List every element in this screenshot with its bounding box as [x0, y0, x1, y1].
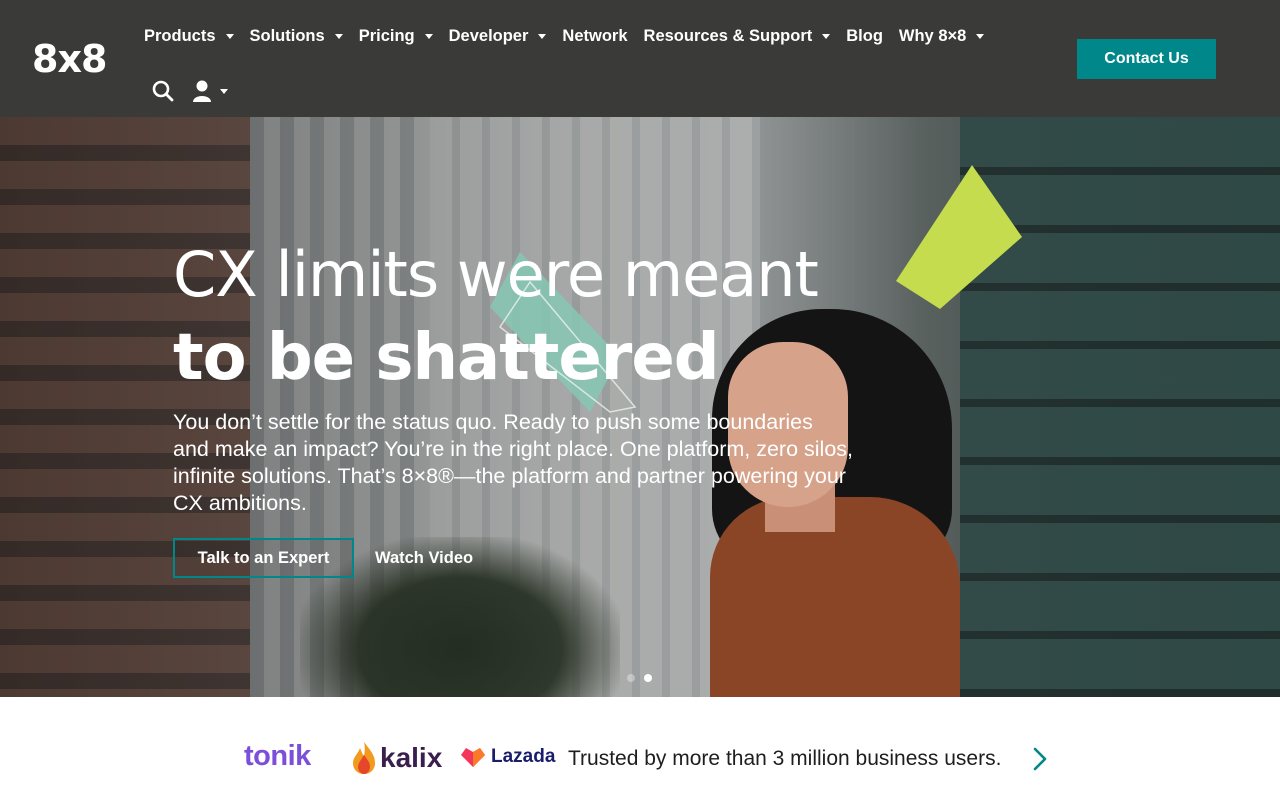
header-tools	[152, 79, 228, 103]
hero-section: CX limits were meant to be shattered You…	[0, 117, 1280, 697]
nav-pricing[interactable]: Pricing	[359, 22, 433, 50]
chevron-down-icon	[822, 33, 831, 39]
hero-cta-row: Talk to an Expert Watch Video	[173, 538, 473, 578]
kalix-wordmark: kalix	[380, 742, 443, 773]
carousel-dot-active[interactable]	[644, 674, 652, 682]
chevron-down-icon	[334, 33, 343, 39]
nav-label: Blog	[846, 27, 883, 45]
nav-label: Resources & Support	[643, 27, 813, 45]
nav-products[interactable]: Products	[144, 22, 234, 50]
chevron-down-icon	[424, 33, 433, 39]
chevron-down-icon	[538, 33, 547, 39]
hero-person-shirt	[710, 497, 960, 697]
nav-resources-support[interactable]: Resources & Support	[644, 22, 831, 50]
carousel-dots	[627, 674, 652, 682]
hero-headline-line2: to be shattered	[173, 321, 720, 395]
site-header: 8x8 Products Solutions Pricing Developer…	[0, 0, 1280, 117]
chevron-down-icon	[976, 33, 985, 39]
search-icon[interactable]	[152, 80, 174, 102]
main-nav: Products Solutions Pricing Developer Net…	[144, 22, 1000, 50]
chevron-down-icon	[225, 33, 234, 39]
heart-icon	[461, 748, 485, 767]
user-menu[interactable]	[192, 79, 228, 103]
nav-solutions[interactable]: Solutions	[250, 22, 343, 50]
talk-to-expert-button[interactable]: Talk to an Expert	[173, 538, 354, 578]
hero-headline-line1: CX limits were meant	[173, 238, 819, 311]
watch-video-link[interactable]: Watch Video	[375, 549, 473, 568]
chevron-down-icon	[220, 88, 228, 94]
nav-why-8x8[interactable]: Why 8×8	[898, 22, 985, 50]
nav-label: Products	[144, 27, 216, 45]
nav-blog[interactable]: Blog	[846, 22, 883, 50]
kalix-logo: kalix	[352, 741, 442, 775]
lime-shard-shape	[896, 165, 1022, 309]
hero-lead: You don’t settle for the status quo. Rea…	[173, 410, 854, 515]
flame-icon	[353, 742, 375, 774]
lazada-wordmark: Lazada	[491, 746, 556, 767]
lazada-logo: Lazada	[460, 746, 555, 768]
nav-label: Network	[562, 27, 628, 45]
nav-label: Developer	[448, 27, 529, 45]
carousel-dot[interactable]	[627, 674, 635, 682]
nav-label: Pricing	[358, 27, 415, 45]
nav-label: Why 8×8	[898, 27, 967, 45]
hero-copy: CX limits were meant to be shattered You…	[173, 235, 873, 517]
chevron-right-icon[interactable]	[1030, 746, 1050, 772]
trust-statement: Trusted by more than 3 million business …	[568, 747, 1002, 770]
nav-developer[interactable]: Developer	[449, 22, 547, 50]
brand-logo[interactable]: 8x8	[32, 36, 107, 82]
nav-label: Solutions	[249, 27, 325, 45]
nav-network[interactable]: Network	[562, 22, 627, 50]
user-icon	[193, 80, 211, 102]
tonik-logo: tonik	[244, 740, 311, 772]
contact-us-button[interactable]: Contact Us	[1077, 39, 1216, 79]
